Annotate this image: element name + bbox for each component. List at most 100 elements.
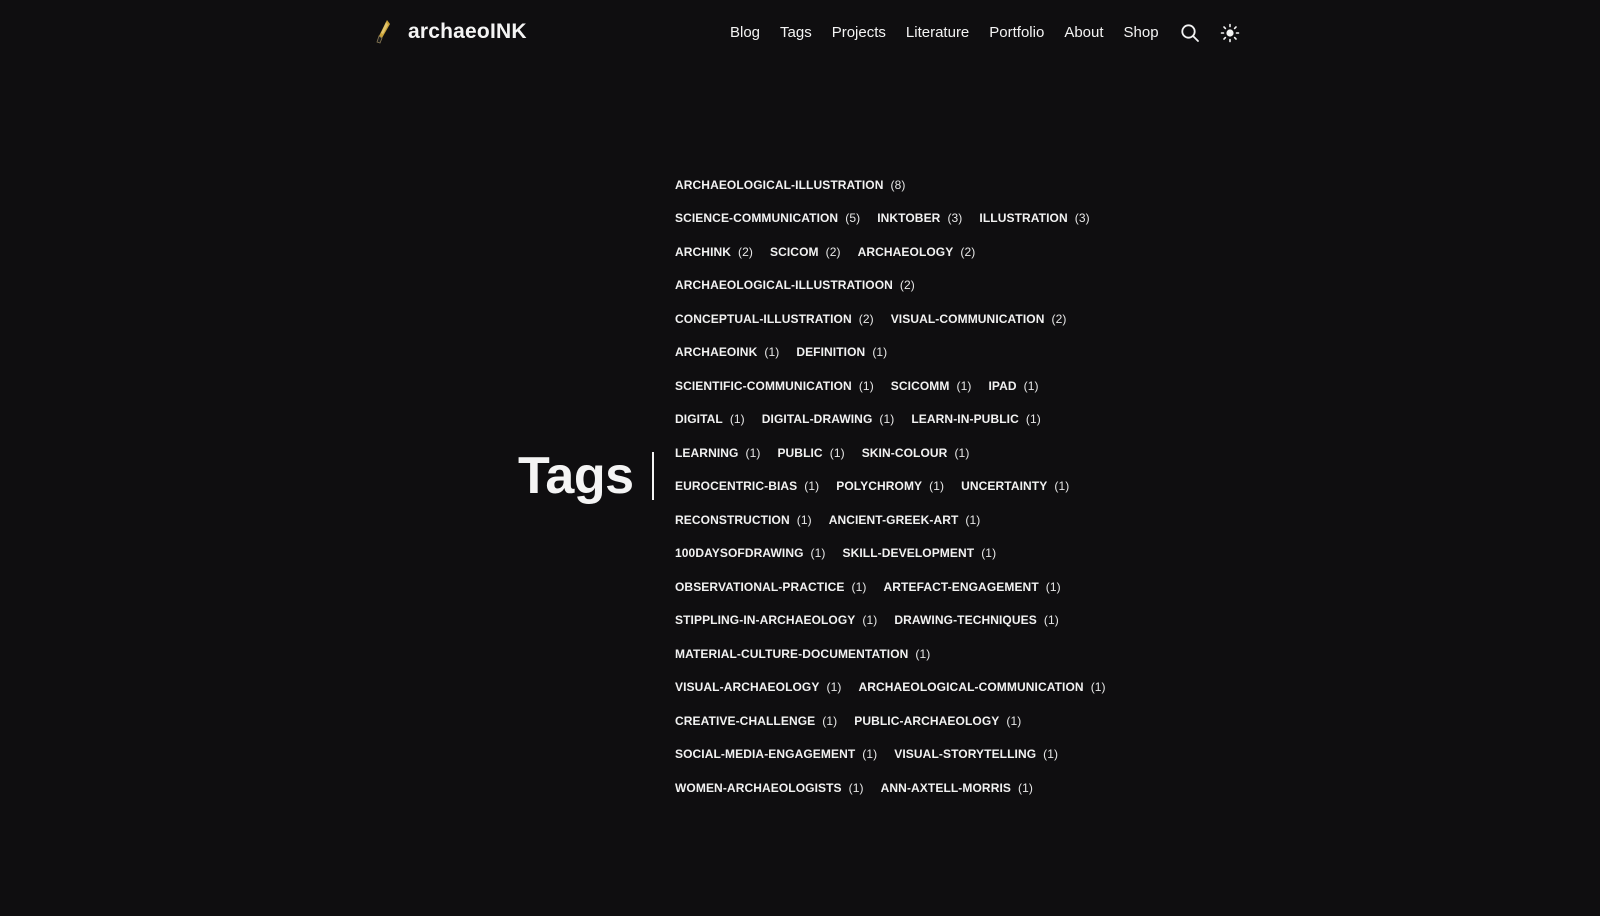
tag-count: (3) [947,211,963,226]
tag-count: (8) [890,177,906,192]
tag-name: archaeological-illustration [675,177,884,192]
tag-count: (1) [745,445,761,460]
tag-link-eurocentric-bias[interactable]: eurocentric-bias (1) [675,479,819,493]
tag-link-visual-storytelling[interactable]: visual-storytelling (1) [894,747,1058,761]
tag-link-uncertainty[interactable]: uncertainty (1) [961,479,1069,493]
tag-link-ipad[interactable]: ipad (1) [988,379,1038,393]
tag-count: (1) [915,646,931,661]
tag-link-skill-development[interactable]: skill-development (1) [843,546,997,560]
tag-name: ipad [988,378,1017,393]
tag-count: (1) [810,546,826,561]
tag-link-archaeoink[interactable]: archaeoink (1) [675,345,779,359]
tag-link-ann-axtell-morris[interactable]: ann-axtell-morris (1) [881,781,1033,795]
tag-name: archaeology [857,244,954,259]
tag-link-stippling-in-archaeology[interactable]: stippling-in-archaeology (1) [675,613,877,627]
tag-row: women-archaeologists (1) ann-axtell-morris… [675,771,1115,805]
tag-link-artefact-engagement[interactable]: artefact-engagement (1) [884,580,1061,594]
tag-count: (1) [1023,378,1039,393]
tag-name: polychromy [836,479,923,494]
tag-link-scientific-communication[interactable]: scientific-communication (1) [675,379,874,393]
tag-link-learning[interactable]: learning (1) [675,446,760,460]
tag-count: (1) [1043,747,1059,762]
tag-link-100daysofdrawing[interactable]: 100daysofdrawing (1) [675,546,826,560]
tag-name: eurocentric-bias [675,479,798,494]
tag-count: (2) [738,244,753,259]
tag-name: material-culture-documentation [675,646,909,661]
tag-row: reconstruction (1) ancient-greek-art (1) [675,503,1115,537]
tag-count: (1) [822,713,838,728]
title-divider [652,452,654,500]
tag-count: (1) [851,579,867,594]
tag-link-reconstruction[interactable]: reconstruction (1) [675,513,812,527]
tag-count: (1) [764,345,780,360]
tag-name: archaeological-communication [858,680,1084,695]
tag-link-archaeology[interactable]: archaeology (2) [858,245,976,259]
tag-link-digital[interactable]: digital (1) [675,412,745,426]
tag-name: science-communication [675,211,839,226]
tag-row: archink (2) scicom (2) archaeology (2) [675,235,1115,269]
tag-link-public[interactable]: public (1) [777,446,844,460]
tag-count: (3) [1074,211,1090,226]
main-content: Tags archaeological-illustration (8) scien… [0,0,1600,916]
tag-name: archaeoink [675,345,758,360]
tag-link-learn-in-public[interactable]: learn-in-public (1) [911,412,1040,426]
tag-link-archaeological-illustratioon[interactable]: archaeological-illustratioon (2) [675,278,915,292]
tag-name: drawing-techniques [894,613,1037,628]
tag-count: (2) [1051,311,1067,326]
tag-link-ancient-greek-art[interactable]: ancient-greek-art (1) [829,513,981,527]
tag-row: science-communication (5) inktober (3) illus… [675,202,1115,236]
tag-row: observational-practice (1) artefact-engage… [675,570,1115,604]
tag-row: eurocentric-bias (1) polychromy (1) uncertai… [675,470,1115,504]
tag-name: ancient-greek-art [828,512,959,527]
tag-link-digital-drawing[interactable]: digital-drawing (1) [762,412,895,426]
tag-count: (1) [1045,579,1061,594]
tag-count: (2) [960,244,976,259]
tag-link-archaeological-illustration[interactable]: archaeological-illustration (8) [675,178,905,192]
tag-link-skin-colour[interactable]: skin-colour (1) [862,446,970,460]
tag-name: definition [796,345,866,360]
tag-link-inktober[interactable]: inktober (3) [877,211,962,225]
tag-link-material-culture-documentation[interactable]: material-culture-documentation (1) [675,647,930,661]
tag-link-archaeological-communication[interactable]: archaeological-communication (1) [858,680,1105,694]
tag-row: conceptual-illustration (2) visual-communi… [675,302,1115,336]
tag-link-illustration[interactable]: illustration (3) [979,211,1089,225]
tag-name: skin-colour [861,445,948,460]
tag-link-definition[interactable]: definition (1) [796,345,887,359]
tag-count: (5) [845,211,861,226]
tag-link-social-media-engagement[interactable]: social-media-engagement (1) [675,747,877,761]
tag-row: 100daysofdrawing (1) skill-development (1) [675,537,1115,571]
tag-count: (2) [858,311,874,326]
page-title: Tags [518,447,634,505]
tag-count: (1) [1090,680,1106,695]
tag-name: conceptual-illustration [675,311,852,326]
tag-name: public [777,445,823,460]
tag-count: (1) [981,546,997,561]
tag-row: material-culture-documentation (1) [675,637,1115,671]
tag-count: (1) [858,378,874,393]
tag-name: illustration [979,211,1068,226]
tag-link-conceptual-illustration[interactable]: conceptual-illustration (2) [675,312,874,326]
tag-row: social-media-engagement (1) visual-storyte… [675,738,1115,772]
tag-link-scicomm[interactable]: scicomm (1) [891,379,972,393]
tag-link-creative-challenge[interactable]: creative-challenge (1) [675,714,837,728]
tag-link-public-archaeology[interactable]: public-archaeology (1) [854,714,1021,728]
tag-name: reconstruction [675,512,790,527]
tag-count: (1) [862,613,878,628]
tag-count: (1) [796,512,812,527]
tag-name: 100daysofdrawing [675,546,804,561]
tag-link-polychromy[interactable]: polychromy (1) [836,479,944,493]
tag-count: (1) [1018,780,1033,795]
tag-count: (1) [862,747,878,762]
tag-link-science-communication[interactable]: science-communication (5) [675,211,860,225]
tag-link-drawing-techniques[interactable]: drawing-techniques (1) [894,613,1058,627]
tag-link-women-archaeologists[interactable]: women-archaeologists (1) [675,781,864,795]
tag-link-scicom[interactable]: scicom (2) [770,245,841,259]
tag-link-visual-archaeology[interactable]: visual-archaeology (1) [675,680,841,694]
tag-link-observational-practice[interactable]: observational-practice (1) [675,580,867,594]
tag-name: artefact-engagement [883,579,1039,594]
tag-name: uncertainty [961,479,1048,494]
tag-name: visual-communication [890,311,1045,326]
tag-link-archink[interactable]: archink (2) [675,245,753,259]
tag-name: observational-practice [675,579,845,594]
tag-link-visual-communication[interactable]: visual-communication (2) [891,312,1067,326]
